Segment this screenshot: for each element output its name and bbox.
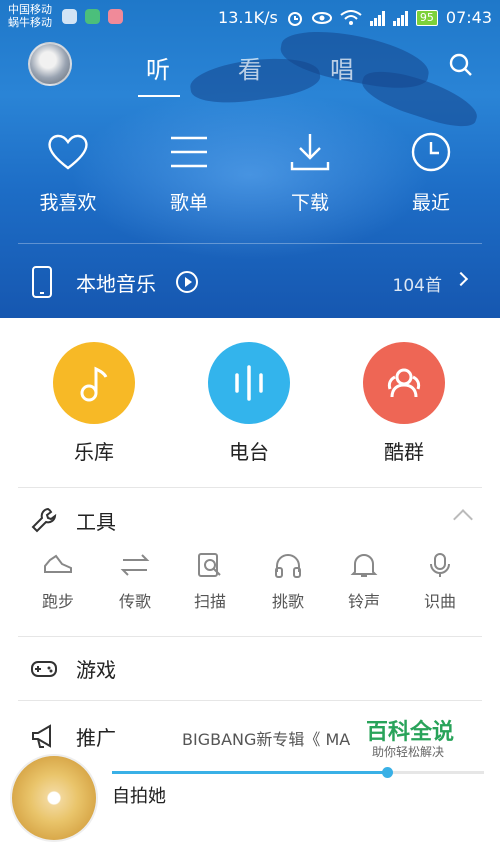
heart-icon [48,134,88,170]
battery-indicator: 95 [415,9,438,26]
network-speed: 13.1K/s [218,8,278,27]
tool-ringtone[interactable]: 铃声 [326,552,402,612]
carrier-primary: 中国移动 [8,3,52,16]
album-cover[interactable] [10,754,98,842]
category-circle [53,342,135,424]
download-icon [290,134,330,171]
headphones-icon [275,554,301,578]
tool-label: 识曲 [423,592,456,611]
clock-icon [411,132,451,172]
active-tab-indicator [138,95,180,97]
divider [18,487,482,488]
tool-running[interactable]: 跑步 [20,552,96,612]
app-notification-icon [108,9,123,24]
category-group[interactable]: 酷群 [344,342,464,465]
eye-icon [311,11,332,24]
tool-label: 铃声 [347,592,380,611]
song-title: 自拍她 [112,786,166,807]
shoe-icon [44,554,72,573]
tools-grid: 跑步 传歌 扫描 挑歌 铃声 识曲 [0,552,500,622]
watermark: 百科全说 助你轻松解决 [352,712,500,762]
wrench-icon [31,507,57,533]
mini-player[interactable]: 自拍她 [0,754,500,842]
top-nav: 听 看 唱 [0,40,500,97]
category-radio[interactable]: 电台 [189,342,309,465]
search-icon[interactable] [448,52,474,78]
mic-icon [430,553,450,577]
category-label: 乐库 [74,440,114,464]
quick-action-label: 最近 [411,192,450,214]
app-notification-icon [85,9,100,24]
phone-icon [32,266,52,298]
quick-action-label: 我喜欢 [39,192,97,214]
tab-watch[interactable]: 看 [238,50,262,85]
signal-4g-icon [369,10,385,26]
megaphone-icon [32,724,51,748]
watermark-title: 百科全说 [366,720,455,745]
category-circle [363,342,445,424]
status-right: 13.1K/s 95 07:43 [218,8,492,27]
tool-recognize[interactable]: 识曲 [402,552,478,612]
list-icon [171,136,207,168]
divider [18,636,482,637]
progress-remaining [388,771,484,774]
divider [18,700,482,701]
carrier-info: 中国移动 蜗牛移动 [8,3,52,29]
play-circle-icon[interactable] [176,271,198,293]
quick-action-label: 下载 [290,192,329,214]
category-library[interactable]: 乐库 [34,342,154,465]
category-circle [208,342,290,424]
tab-sing[interactable]: 唱 [330,50,354,85]
tool-pick-songs[interactable]: 挑歌 [250,552,326,612]
gamepad-icon [31,661,57,677]
local-music-count: 104首 [392,276,442,296]
progress-played [112,771,388,774]
tool-label: 传歌 [118,592,151,611]
quick-action-favorites[interactable]: 我喜欢 [8,132,128,215]
category-label: 酷群 [384,440,424,464]
transfer-icon [120,554,150,576]
progress-knob[interactable] [382,767,393,778]
quick-action-recent[interactable]: 最近 [371,132,491,215]
tool-label: 挑歌 [271,592,304,611]
quick-action-playlists[interactable]: 歌单 [129,132,249,215]
games-title: 游戏 [76,658,116,682]
local-music-row[interactable]: 本地音乐 104首 [0,244,500,318]
tool-label: 跑步 [41,592,74,611]
promo-text[interactable]: BIGBANG新专辑《 MA [182,726,350,750]
quick-action-downloads[interactable]: 下载 [250,132,370,215]
signal-2g-icon [392,10,408,26]
games-row[interactable]: 游戏 [0,638,500,698]
tool-scan[interactable]: 扫描 [172,552,248,612]
clock: 07:43 [445,8,492,27]
category-label: 电台 [229,440,269,464]
promo-title: 推广 [76,726,116,750]
bell-icon [350,554,378,577]
tool-transfer[interactable]: 传歌 [97,552,173,612]
music-note-icon [80,366,108,402]
wifi-icon [340,9,362,25]
radio-wave-icon [235,365,263,401]
local-music-title: 本地音乐 [76,272,156,296]
quick-action-label: 歌单 [169,192,208,214]
chevron-right-icon [453,271,469,287]
group-icon [387,368,421,398]
tools-header[interactable]: 工具 [0,490,500,550]
avatar[interactable] [28,42,72,86]
scan-icon [198,553,221,577]
tool-label: 扫描 [193,592,226,611]
status-app-icons [62,9,123,24]
app-notification-icon [62,9,77,24]
alarm-icon [287,11,302,26]
status-bar: 中国移动 蜗牛移动 13.1K/s 95 07:43 [0,0,500,34]
carrier-secondary: 蜗牛移动 [8,16,52,29]
chevron-up-icon[interactable] [453,509,473,529]
tools-title: 工具 [76,510,116,534]
tab-listen[interactable]: 听 [146,50,170,85]
